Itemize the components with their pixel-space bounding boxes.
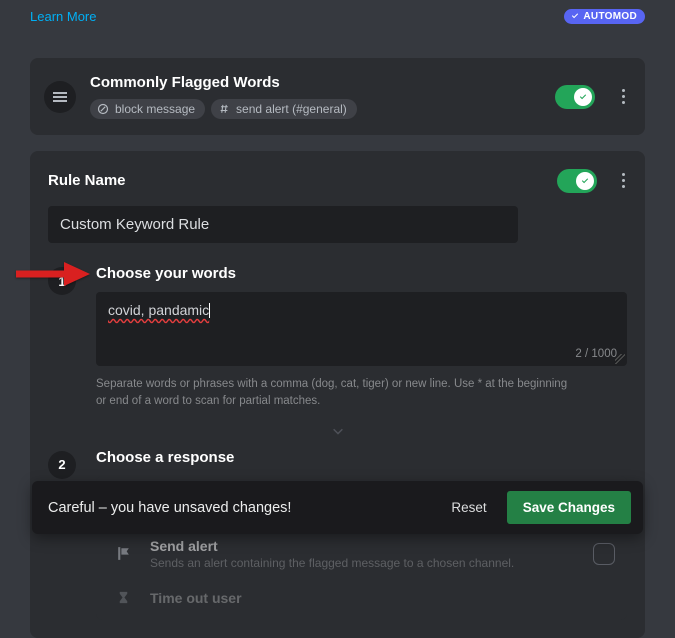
hamburger-icon[interactable] — [44, 81, 76, 113]
automod-badge-label: AUTOMOD — [583, 11, 637, 22]
flag-icon — [108, 545, 138, 562]
chip-block-message[interactable]: block message — [90, 99, 205, 119]
keyword-counter: 2 / 1000 — [575, 348, 617, 360]
response-timeout[interactable]: Time out user — [96, 580, 627, 616]
chevron-down-icon — [329, 423, 347, 441]
response-send-alert[interactable]: Send alert Sends an alert containing the… — [96, 528, 627, 580]
step-2-title: Choose a response — [96, 449, 627, 466]
keywords-textarea[interactable]: covid, pandamic 2 / 1000 — [96, 292, 627, 366]
check-icon — [570, 11, 580, 21]
step-1-number: 1 — [48, 267, 76, 295]
step-response: 2 Choose a response Block message Preven… — [48, 449, 627, 620]
rule-name-label: Rule Name — [48, 172, 545, 189]
step-words: 1 Choose your words covid, pandamic 2 / … — [48, 265, 627, 411]
check-icon — [578, 92, 588, 102]
save-changes-button[interactable]: Save Changes — [507, 491, 631, 524]
flagged-menu[interactable] — [619, 83, 627, 110]
rule-card: Rule Name 1 Choose your words covid, pan… — [30, 151, 645, 638]
step-2-number: 2 — [48, 451, 76, 479]
hourglass-icon — [108, 590, 138, 605]
unsaved-text: Careful – you have unsaved changes! — [48, 500, 437, 516]
response-timeout-title: Time out user — [150, 590, 615, 606]
resize-handle[interactable] — [615, 354, 625, 364]
hash-icon — [217, 102, 231, 116]
check-icon — [580, 176, 590, 186]
unsaved-changes-bar: Careful – you have unsaved changes! Rese… — [32, 481, 643, 534]
keywords-helper: Separate words or phrases with a comma (… — [96, 376, 576, 411]
text-cursor — [209, 303, 210, 318]
rule-menu[interactable] — [619, 167, 627, 194]
rule-toggle[interactable] — [557, 169, 597, 193]
chip-block-label: block message — [115, 102, 195, 116]
chip-send-alert[interactable]: send alert (#general) — [211, 99, 357, 119]
chip-alert-label: send alert (#general) — [236, 102, 347, 116]
flagged-toggle[interactable] — [555, 85, 595, 109]
learn-more-link[interactable]: Learn More — [30, 9, 96, 24]
step-1-title: Choose your words — [96, 265, 627, 282]
flagged-words-card: Commonly Flagged Words block message sen… — [30, 58, 645, 135]
reset-button[interactable]: Reset — [437, 492, 500, 523]
automod-badge: AUTOMOD — [564, 9, 645, 24]
flagged-title: Commonly Flagged Words — [90, 74, 541, 91]
rule-name-input[interactable] — [48, 206, 518, 243]
block-icon — [96, 102, 110, 116]
response-alert-sub: Sends an alert containing the flagged me… — [150, 556, 581, 570]
keywords-value: covid, pandamic — [108, 302, 209, 318]
step-divider-arrow — [48, 423, 627, 441]
